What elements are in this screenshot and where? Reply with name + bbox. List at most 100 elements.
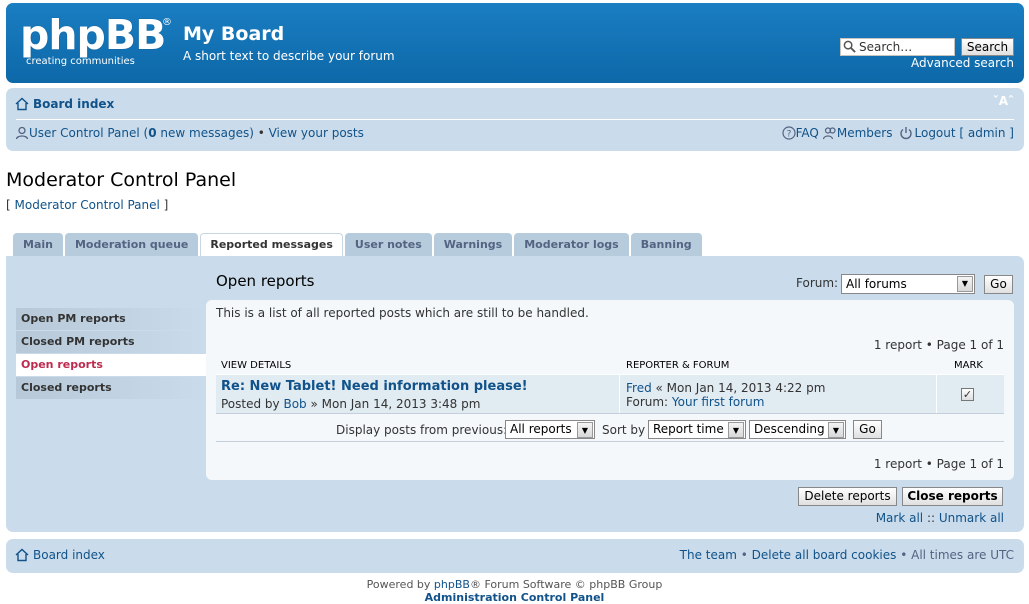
forum-link[interactable]: Your first forum: [672, 395, 765, 409]
mark-links: Mark all :: Unmark all: [876, 511, 1004, 525]
navbar-divider: [16, 119, 1014, 120]
advanced-search-link[interactable]: Advanced search: [911, 56, 1014, 70]
tab-user-notes[interactable]: User notes: [344, 233, 432, 256]
sort-go-button[interactable]: Go: [853, 420, 882, 439]
footer-board-index-link[interactable]: Board index: [33, 548, 105, 562]
report-post-title[interactable]: Re: New Tablet! Need information please!: [221, 379, 528, 394]
forum-go-button[interactable]: Go: [984, 275, 1013, 294]
phpbb-logo[interactable]: phpBB ® creating communities: [20, 11, 172, 73]
reports-panel: This is a list of all reported posts whi…: [206, 300, 1014, 480]
menu-closed-reports[interactable]: Closed reports: [16, 377, 206, 399]
delete-cookies-link[interactable]: Delete all board cookies: [752, 548, 897, 562]
search-input[interactable]: Search…: [840, 38, 955, 56]
tab-reported-messages[interactable]: Reported messages: [200, 233, 343, 257]
sort-by-select[interactable]: Report time ▼: [648, 420, 746, 439]
phpbb-link[interactable]: phpBB: [434, 578, 470, 591]
members-link[interactable]: Members: [837, 126, 893, 140]
post-date: » Mon Jan 14, 2013 3:48 pm: [306, 397, 481, 411]
header-bar: phpBB ® creating communities My Board A …: [6, 3, 1024, 83]
footer-navbar: Board index The team • Delete all board …: [6, 539, 1024, 573]
mark-all-link[interactable]: Mark all: [876, 511, 923, 525]
report-date: « Mon Jan 14, 2013 4:22 pm: [651, 381, 826, 395]
bracket-open: [: [6, 198, 15, 212]
forum-info: Forum: Your first forum: [626, 395, 764, 409]
sort-label: Sort by: [602, 423, 646, 437]
col-mark: MARK: [954, 360, 983, 371]
search-icon: [843, 40, 856, 53]
tab-moderator-logs[interactable]: Moderator logs: [514, 233, 629, 256]
team-link[interactable]: The team: [680, 548, 737, 562]
forum-select-value: All forums: [846, 277, 907, 291]
user-icon: [15, 126, 29, 140]
mcp-breadcrumb: [ Moderator Control Panel ]: [6, 198, 168, 212]
display-select[interactable]: All reports ▼: [505, 420, 595, 439]
pagination-top: 1 report • Page 1 of 1: [873, 338, 1004, 352]
tab-main[interactable]: Main: [13, 233, 63, 256]
close-reports-button[interactable]: Close reports: [902, 487, 1003, 506]
powered-prefix: Powered by: [366, 578, 434, 591]
mark-checkbox[interactable]: ✓: [961, 388, 974, 401]
reports-description: This is a list of all reported posts whi…: [216, 306, 589, 320]
logo-reg-mark: ®: [162, 17, 172, 28]
menu-closed-pm-reports[interactable]: Closed PM reports: [16, 331, 206, 353]
nav-separator: •: [253, 126, 269, 140]
search-button[interactable]: Search: [961, 38, 1014, 56]
bracket-close: ]: [159, 198, 169, 212]
footer-breadcrumb: Board index: [15, 548, 105, 562]
breadcrumb: Board index: [15, 97, 114, 111]
footer-links: The team • Delete all board cookies • Al…: [680, 548, 1014, 562]
footer-separator: •: [736, 548, 752, 562]
new-messages-count: 0: [148, 126, 157, 140]
acp-link[interactable]: Administration Control Panel: [0, 591, 1029, 604]
unmark-all-link[interactable]: Unmark all: [939, 511, 1004, 525]
mcp-link[interactable]: Moderator Control Panel: [15, 198, 160, 212]
power-icon: [899, 126, 913, 140]
order-select[interactable]: Descending ▼: [749, 420, 846, 439]
svg-text:?: ?: [786, 130, 791, 140]
table-header: VIEW DETAILS REPORTER & FORUM MARK: [216, 360, 1004, 373]
forum-prefix: Forum:: [626, 395, 672, 409]
menu-open-reports[interactable]: Open reports: [16, 354, 206, 376]
breadcrumb-board-index[interactable]: Board index: [33, 97, 114, 111]
user-links: User Control Panel (0 new messages) • Vi…: [15, 126, 364, 140]
logo-tagline: creating communities: [26, 56, 135, 67]
site-description: A short text to describe your forum: [183, 49, 395, 63]
page-title: Moderator Control Panel: [6, 169, 237, 191]
col-view-details: VIEW DETAILS: [221, 360, 292, 371]
faq-link[interactable]: FAQ: [796, 126, 819, 140]
footer-separator: •: [896, 548, 912, 562]
menu-open-pm-reports[interactable]: Open PM reports: [16, 308, 206, 330]
display-select-value: All reports: [510, 422, 572, 436]
reporter-link[interactable]: Fred: [626, 381, 652, 395]
mcp-tabs: Main Moderation queue Reported messages …: [13, 233, 702, 257]
tab-moderation-queue[interactable]: Moderation queue: [64, 233, 199, 256]
site-title: My Board: [183, 23, 285, 45]
home-icon: [15, 548, 29, 562]
reporter-info: Fred « Mon Jan 14, 2013 4:22 pm: [626, 381, 825, 395]
forum-select[interactable]: All forums ▼: [841, 274, 975, 294]
author-link[interactable]: Bob: [283, 397, 306, 411]
home-icon: [15, 97, 29, 111]
display-label: Display posts from previous:: [336, 423, 508, 437]
sort-bar: Display posts from previous: All reports…: [216, 415, 1004, 442]
delete-reports-button[interactable]: Delete reports: [798, 487, 897, 506]
mark-separator: ::: [923, 511, 939, 525]
chevron-down-icon: ▼: [957, 276, 973, 292]
powered-suffix: ® Forum Software © phpBB Group: [469, 578, 663, 591]
view-posts-link[interactable]: View your posts: [269, 126, 364, 140]
copyright: Powered by phpBB® Forum Software © phpBB…: [0, 578, 1029, 591]
posted-by-prefix: Posted by: [221, 397, 284, 411]
tab-warnings[interactable]: Warnings: [433, 233, 513, 256]
ucp-link[interactable]: User Control Panel (0 new messages): [29, 126, 254, 140]
chevron-down-icon: ▼: [728, 422, 744, 438]
font-size-toggle[interactable]: ˇAˆ: [993, 94, 1014, 108]
logout-link[interactable]: Logout [ admin ]: [915, 126, 1015, 140]
report-post-meta: Posted by Bob » Mon Jan 14, 2013 3:48 pm: [221, 397, 480, 411]
column-divider: [619, 375, 620, 413]
timezone-text: All times are UTC: [911, 548, 1014, 562]
nav-right-links: ? FAQ Members Logout [ admin ]: [782, 126, 1014, 140]
forum-label: Forum:: [796, 276, 839, 290]
logo-text: phpBB: [20, 11, 166, 59]
tab-banning[interactable]: Banning: [630, 233, 702, 256]
mcp-panel: Open PM reports Closed PM reports Open r…: [6, 256, 1024, 532]
